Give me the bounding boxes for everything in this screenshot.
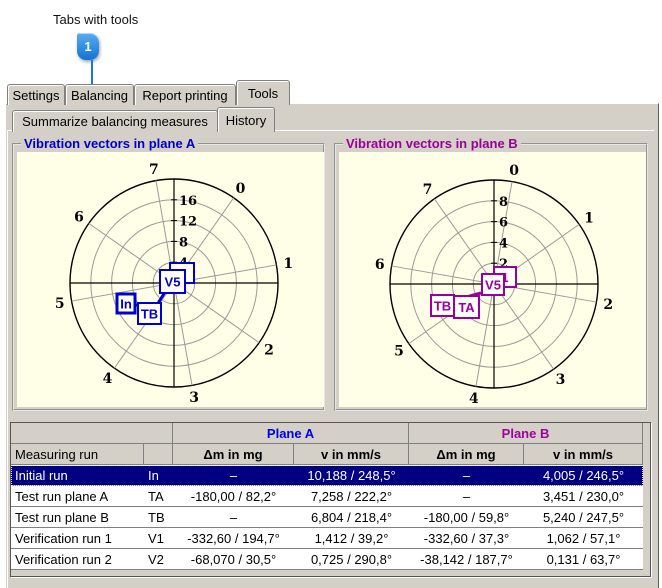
- tab-report-printing[interactable]: Report printing: [134, 84, 236, 105]
- cell-v_a: 0,725 / 290,8°: [294, 549, 409, 570]
- header-v-b: v in mm/s: [524, 444, 643, 465]
- table-row[interactable]: Test run plane ATA-180,00 / 82,2°7,258 /…: [11, 486, 643, 507]
- groupbox-plane-a: Vibration vectors in plane A 48121601234…: [12, 143, 325, 411]
- header-dm-a: Δm in mg: [173, 444, 294, 465]
- radial-tick-label: 16: [179, 194, 197, 209]
- cell-name: Test run plane B: [11, 507, 144, 528]
- cell-code: TA: [144, 486, 173, 507]
- sector-label: 0: [236, 181, 246, 197]
- header-plane-a: Plane A: [173, 423, 409, 444]
- header-code: [144, 444, 173, 465]
- sector-label: 1: [584, 210, 594, 226]
- cell-v_b: 0,131 / 63,7°: [524, 549, 643, 570]
- cell-dm_b: –: [409, 486, 524, 507]
- cell-dm_a: -332,60 / 194,7°: [173, 528, 294, 549]
- polar-chart-plane-b: 2468012345671TBTAV5: [339, 152, 646, 407]
- cell-code: V1: [144, 528, 173, 549]
- chart-a-title: Vibration vectors in plane A: [21, 136, 198, 151]
- history-table: Plane A Plane B Measuring run Δm in mg v…: [11, 423, 643, 570]
- tab-balancing[interactable]: Balancing: [65, 84, 134, 105]
- header-spacer: [11, 423, 173, 444]
- header-dm-b: Δm in mg: [409, 444, 524, 465]
- table-row[interactable]: Verification run 1V1-332,60 / 194,7°1,41…: [11, 528, 643, 549]
- cell-dm_b: -180,00 / 59,8°: [409, 507, 524, 528]
- measuring-run-table: Plane A Plane B Measuring run Δm in mg v…: [10, 422, 651, 577]
- annotation-text: Tabs with tools: [53, 12, 138, 27]
- radial-tick-label: 12: [179, 215, 197, 230]
- sector-label: 6: [375, 257, 385, 273]
- cell-dm_a: -180,00 / 82,2°: [173, 486, 294, 507]
- cell-dm_a: -68,070 / 30,5°: [173, 549, 294, 570]
- header-v-a: v in mm/s: [294, 444, 409, 465]
- cell-v_b: 3,451 / 230,0°: [524, 486, 643, 507]
- radial-tick-label: 8: [499, 195, 508, 210]
- sector-label: 4: [469, 391, 479, 407]
- cell-v_a: 10,188 / 248,5°: [294, 465, 409, 486]
- group-header-row: Plane A Plane B: [11, 423, 643, 444]
- callout-badge-1: 1: [77, 33, 99, 60]
- sector-label: 6: [74, 209, 84, 225]
- sector-label: 3: [189, 390, 199, 406]
- chart-b-title: Vibration vectors in plane B: [343, 136, 521, 151]
- table-row[interactable]: Verification run 2V2-68,070 / 30,5°0,725…: [11, 549, 643, 570]
- cell-v_b: 5,240 / 247,5°: [524, 507, 643, 528]
- cell-v_a: 7,258 / 222,2°: [294, 486, 409, 507]
- cell-name: Test run plane A: [11, 486, 144, 507]
- cell-dm_a: –: [173, 507, 294, 528]
- marker-label: In: [120, 297, 132, 312]
- cell-v_a: 6,804 / 218,4°: [294, 507, 409, 528]
- cell-dm_b: –: [409, 465, 524, 486]
- sector-label: 1: [283, 256, 293, 272]
- tab-tools[interactable]: Tools: [236, 80, 290, 105]
- sector-label: 2: [264, 343, 274, 359]
- cell-name: Verification run 1: [11, 528, 144, 549]
- sector-label: 4: [103, 371, 113, 387]
- radial-tick-label: 4: [499, 236, 508, 251]
- radial-tick-label: 6: [499, 216, 508, 231]
- header-plane-b: Plane B: [409, 423, 643, 444]
- groupbox-plane-b: Vibration vectors in plane B 24680123456…: [334, 143, 648, 411]
- marker-label: TA: [458, 300, 475, 315]
- sector-label: 7: [149, 162, 159, 178]
- cell-dm_b: -332,60 / 37,3°: [409, 528, 524, 549]
- screenshot-root: Tabs with tools 1 Settings Balancing Rep…: [0, 0, 662, 588]
- header-measuring-run: Measuring run: [11, 444, 144, 465]
- cell-code: V2: [144, 549, 173, 570]
- sector-label: 5: [394, 344, 404, 360]
- cell-dm_b: -38,142 / 187,7°: [409, 549, 524, 570]
- table-row[interactable]: Initial runIn–10,188 / 248,5°–4,005 / 24…: [11, 465, 643, 486]
- table-row[interactable]: Test run plane BTB–6,804 / 218,4°-180,00…: [11, 507, 643, 528]
- marker-label: V5: [165, 275, 181, 290]
- radial-tick-label: 8: [179, 235, 188, 250]
- sector-label: 2: [603, 297, 613, 313]
- cell-v_b: 4,005 / 246,5°: [524, 465, 643, 486]
- tab-settings[interactable]: Settings: [7, 84, 65, 105]
- polar-chart-plane-a: 48121601234567InTBV5: [17, 152, 324, 407]
- marker-label: TB: [434, 299, 451, 314]
- sector-label: 3: [556, 372, 566, 388]
- cell-dm_a: –: [173, 465, 294, 486]
- cell-v_a: 1,412 / 39,2°: [294, 528, 409, 549]
- cell-name: Verification run 2: [11, 549, 144, 570]
- tab-summarize-balancing-measures[interactable]: Summarize balancing measures: [12, 110, 218, 132]
- sector-label: 7: [423, 182, 433, 198]
- cell-code: In: [144, 465, 173, 486]
- cell-code: TB: [144, 507, 173, 528]
- sector-label: 5: [55, 296, 65, 312]
- cell-v_b: 1,062 / 57,1°: [524, 528, 643, 549]
- sector-label: 0: [509, 163, 519, 179]
- column-header-row: Measuring run Δm in mg v in mm/s Δm in m…: [11, 444, 643, 465]
- marker-label: V5: [485, 278, 501, 293]
- tab-history[interactable]: History: [217, 107, 275, 132]
- cell-name: Initial run: [11, 465, 144, 486]
- marker-label: TB: [141, 307, 158, 322]
